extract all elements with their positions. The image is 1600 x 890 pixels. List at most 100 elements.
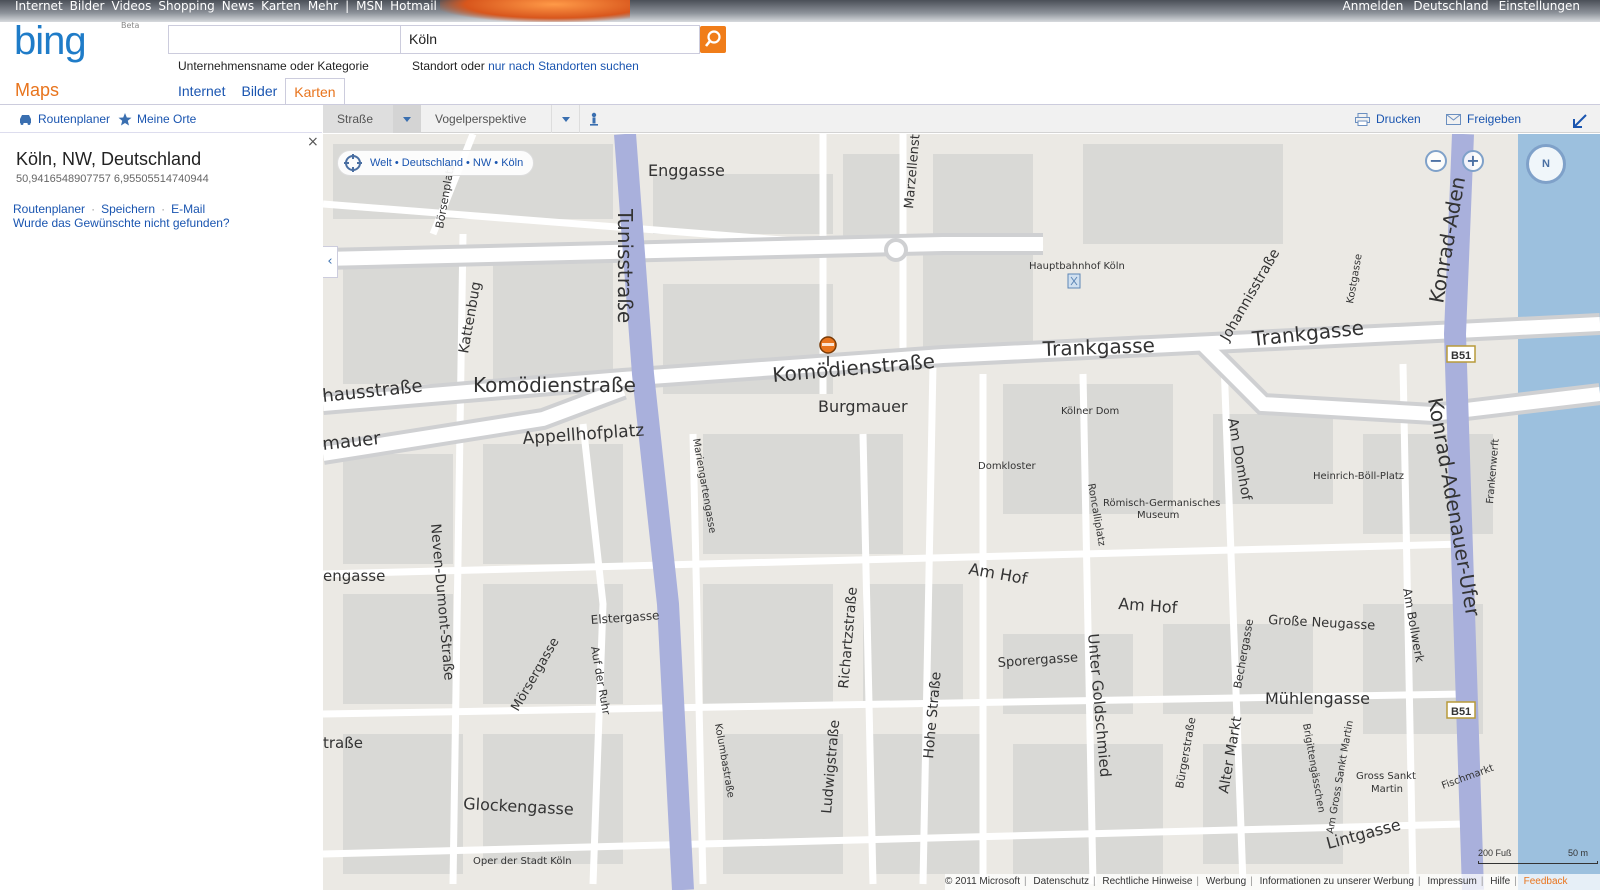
top-link-mehr[interactable]: Mehr	[308, 0, 338, 13]
map-canvas[interactable]: Tunisstraße Komödienstraße Komödienstraß…	[323, 134, 1600, 890]
bing-logo[interactable]: bing	[14, 21, 87, 61]
top-link-bilder[interactable]: Bilder	[70, 0, 105, 13]
svg-text:Burgmauer: Burgmauer	[818, 397, 908, 416]
top-link-msn[interactable]: MSN	[356, 0, 383, 13]
route-badge-b51: B51	[1446, 345, 1476, 363]
compass-icon[interactable]: N	[1526, 144, 1566, 184]
top-link-news[interactable]: News	[222, 0, 254, 13]
top-link-internet[interactable]: Internet	[15, 0, 63, 13]
top-link-videos[interactable]: Videos	[112, 0, 152, 13]
settings-link[interactable]: Einstellungen	[1499, 0, 1580, 13]
locations-only-link[interactable]: nur nach Standorten suchen	[488, 59, 639, 73]
svg-text:Kölner Dom: Kölner Dom	[1061, 406, 1119, 417]
svg-text:Trankgasse: Trankgasse	[1041, 333, 1155, 361]
not-found-link[interactable]: Wurde das Gewünschte nicht gefunden?	[13, 216, 230, 230]
help-link[interactable]: Hilfe	[1490, 876, 1510, 887]
svg-text:Richartzstraße: Richartzstraße	[836, 586, 861, 689]
result-route-link[interactable]: Routenplaner	[13, 202, 85, 216]
svg-text:Enggasse: Enggasse	[648, 161, 725, 180]
svg-text:Heinrich-Böll-Platz: Heinrich-Böll-Platz	[1313, 471, 1404, 482]
my-places-button[interactable]: Meine Orte	[118, 112, 196, 126]
svg-text:B51: B51	[1451, 350, 1471, 362]
breadcrumb: Welt • Deutschland • NW • Köln	[337, 150, 535, 176]
privacy-link[interactable]: Datenschutz	[1033, 876, 1089, 887]
svg-text:engasse: engasse	[323, 567, 385, 585]
svg-text:Am Hof: Am Hof	[967, 559, 1029, 588]
envelope-icon	[1446, 113, 1461, 125]
search-button[interactable]	[700, 26, 726, 53]
breadcrumb-item[interactable]: NW	[473, 157, 491, 169]
top-right-links: Anmelden Deutschland Einstellungen	[1343, 0, 1581, 13]
svg-text:traße: traße	[323, 734, 363, 752]
star-icon	[118, 112, 132, 125]
imprint-link[interactable]: Impressum	[1427, 876, 1476, 887]
svg-text:Museum: Museum	[1137, 510, 1179, 521]
top-navigation-bar: Internet Bilder Videos Shopping News Kar…	[0, 0, 1600, 22]
svg-text:B51: B51	[1451, 706, 1471, 718]
svg-text:Am Hof: Am Hof	[1118, 594, 1179, 617]
tab-internet[interactable]: Internet	[170, 78, 233, 105]
top-link-shopping[interactable]: Shopping	[158, 0, 214, 13]
feedback-link[interactable]: Feedback	[1524, 876, 1568, 887]
birdseye-dropdown[interactable]	[551, 105, 579, 133]
tab-karten[interactable]: Karten	[285, 78, 345, 105]
rhine-river	[1518, 134, 1600, 890]
chevron-down-icon	[562, 117, 570, 122]
my-places-label: Meine Orte	[137, 112, 197, 126]
vertical-tabs: Internet Bilder Karten	[170, 78, 345, 105]
birdseye-button[interactable]: Vogelperspektive	[421, 105, 551, 133]
result-sidebar	[0, 134, 322, 890]
locate-icon[interactable]	[343, 153, 363, 173]
copyright: © 2011 Microsoft	[945, 876, 1020, 887]
top-link-karten[interactable]: Karten	[261, 0, 301, 13]
dot-separator: ·	[161, 202, 166, 216]
signin-link[interactable]: Anmelden	[1343, 0, 1404, 13]
zoom-out-button[interactable]: −	[1425, 150, 1447, 172]
svg-text:Oper der Stadt Köln: Oper der Stadt Köln	[473, 856, 572, 867]
breadcrumb-item[interactable]: Welt	[370, 157, 392, 169]
roundabout	[884, 238, 908, 262]
close-icon[interactable]: ×	[307, 134, 319, 150]
what-search-hint: Unternehmensname oder Kategorie	[178, 59, 369, 73]
beta-label: Beta	[121, 21, 140, 30]
result-save-link[interactable]: Speichern	[101, 202, 155, 216]
streetside-button[interactable]	[579, 105, 607, 133]
advertising-link[interactable]: Werbung	[1206, 876, 1246, 887]
what-search-input[interactable]	[168, 25, 400, 54]
street-view-button[interactable]: Straße	[323, 105, 393, 133]
route-planner-button[interactable]: Routenplaner	[18, 112, 110, 126]
car-icon	[20, 114, 31, 125]
svg-text:Komödienstraße: Komödienstraße	[473, 373, 636, 397]
top-links: Internet Bilder Videos Shopping News Kar…	[15, 0, 444, 13]
maps-section-title: Maps	[15, 80, 60, 100]
ad-info-link[interactable]: Informationen zu unserer Werbung	[1260, 876, 1414, 887]
search-icon	[704, 30, 721, 47]
breadcrumb-item[interactable]: Deutschland	[402, 157, 463, 169]
region-link[interactable]: Deutschland	[1413, 0, 1488, 13]
route-planner-label: Routenplaner	[38, 112, 111, 126]
street-view-dropdown[interactable]	[393, 105, 421, 133]
legal-link[interactable]: Rechtliche Hinweise	[1102, 876, 1192, 887]
svg-text:Domkloster: Domkloster	[978, 461, 1037, 472]
result-email-link[interactable]: E-Mail	[171, 202, 205, 216]
svg-text:Kostgasse: Kostgasse	[1345, 253, 1365, 305]
result-actions: Routenplaner · Speichern · E-Mail	[13, 202, 205, 216]
where-search-input[interactable]: Köln	[400, 25, 700, 54]
dot-separator: ·	[91, 202, 96, 216]
zoom-in-button[interactable]: +	[1462, 150, 1484, 172]
svg-text:Martin: Martin	[1371, 784, 1403, 795]
left-toolbar: Routenplaner Meine Orte	[0, 105, 322, 133]
top-link-hotmail[interactable]: Hotmail	[390, 0, 437, 13]
fullscreen-arrow-icon[interactable]	[1572, 113, 1588, 133]
collapse-sidebar-button[interactable]: ‹	[323, 246, 338, 278]
share-button[interactable]: Freigeben	[1446, 105, 1521, 133]
share-label: Freigeben	[1467, 112, 1522, 126]
svg-text:Bürgerstraße: Bürgerstraße	[1173, 716, 1198, 790]
print-button[interactable]: Drucken	[1355, 105, 1421, 133]
chevron-down-icon	[403, 117, 411, 122]
train-station-icon	[1067, 273, 1081, 289]
printer-icon	[1355, 112, 1370, 126]
breadcrumb-item[interactable]: Köln	[501, 157, 523, 169]
print-label: Drucken	[1376, 112, 1421, 126]
tab-bilder[interactable]: Bilder	[233, 78, 285, 105]
